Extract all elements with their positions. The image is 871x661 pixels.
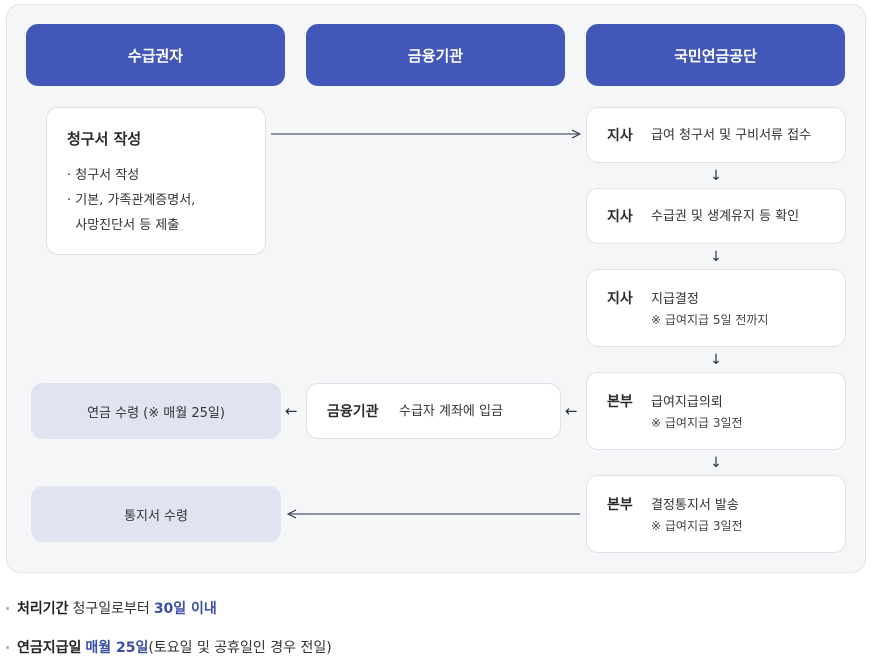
payment-day: 연금지급일 매월 25일 (토요일 및 공휴일인 경우 전일) xyxy=(6,637,332,657)
payday-label: 연금지급일 xyxy=(17,640,82,656)
step-desc: 결정통지서 발송 xyxy=(651,498,739,513)
step-actor: 본부 xyxy=(607,394,633,410)
arrow-left-icon: ← xyxy=(565,402,578,420)
step-actor: 지사 xyxy=(607,209,633,225)
arrow-down-icon: ↓ xyxy=(710,455,722,471)
pension-receipt-box: 연금 수령 (※ 매월 25일) xyxy=(31,383,281,439)
step-payment-request: 본부 급여지급의뢰 ※ 급여지급 3일전 xyxy=(586,372,846,450)
step-notice-dispatch: 본부 결정통지서 발송 ※ 급여지급 3일전 xyxy=(586,475,846,553)
notice-receipt-box: 통지서 수령 xyxy=(31,486,281,542)
step-actor: 지사 xyxy=(607,291,633,307)
bank-deposit-card: 금융기관 수급자 계좌에 입금 xyxy=(306,383,561,439)
step-actor: 본부 xyxy=(607,497,633,513)
payday-value: 매월 25일 xyxy=(85,640,149,656)
processing-text: 청구일로부터 xyxy=(72,601,150,617)
bullet-icon xyxy=(6,606,9,610)
processing-period: 처리기간 청구일로부터 30일 이내 xyxy=(6,598,217,618)
step-desc: 급여지급의뢰 xyxy=(651,395,723,410)
step-desc: 수급권 및 생계유지 등 확인 xyxy=(651,208,800,224)
step-verification: 지사 수급권 및 생계유지 등 확인 xyxy=(586,188,846,244)
bullet-icon xyxy=(6,645,9,649)
step-note: ※ 급여지급 5일 전까지 xyxy=(651,313,769,327)
arrow-down-icon: ↓ xyxy=(710,352,722,368)
step-desc: 급여 청구서 및 구비서류 접수 xyxy=(651,127,812,143)
arrow-down-icon: ↓ xyxy=(710,168,722,184)
bank-desc: 수급자 계좌에 입금 xyxy=(399,403,503,419)
step-receipt: 지사 급여 청구서 및 구비서류 접수 xyxy=(586,107,846,163)
step-desc: 지급결정 xyxy=(651,292,699,307)
step-actor: 지사 xyxy=(607,128,633,144)
payday-note: (토요일 및 공휴일인 경우 전일) xyxy=(148,640,332,656)
processing-label: 처리기간 xyxy=(17,601,69,617)
step-note: ※ 급여지급 3일전 xyxy=(651,519,743,533)
step-decision: 지사 지급결정 ※ 급여지급 5일 전까지 xyxy=(586,269,846,347)
bank-actor: 금융기관 xyxy=(327,404,379,420)
arrow-left-icon: ← xyxy=(285,402,298,420)
step-note: ※ 급여지급 3일전 xyxy=(651,416,743,430)
arrow-down-icon: ↓ xyxy=(710,249,722,265)
processing-value: 30일 이내 xyxy=(153,601,217,617)
